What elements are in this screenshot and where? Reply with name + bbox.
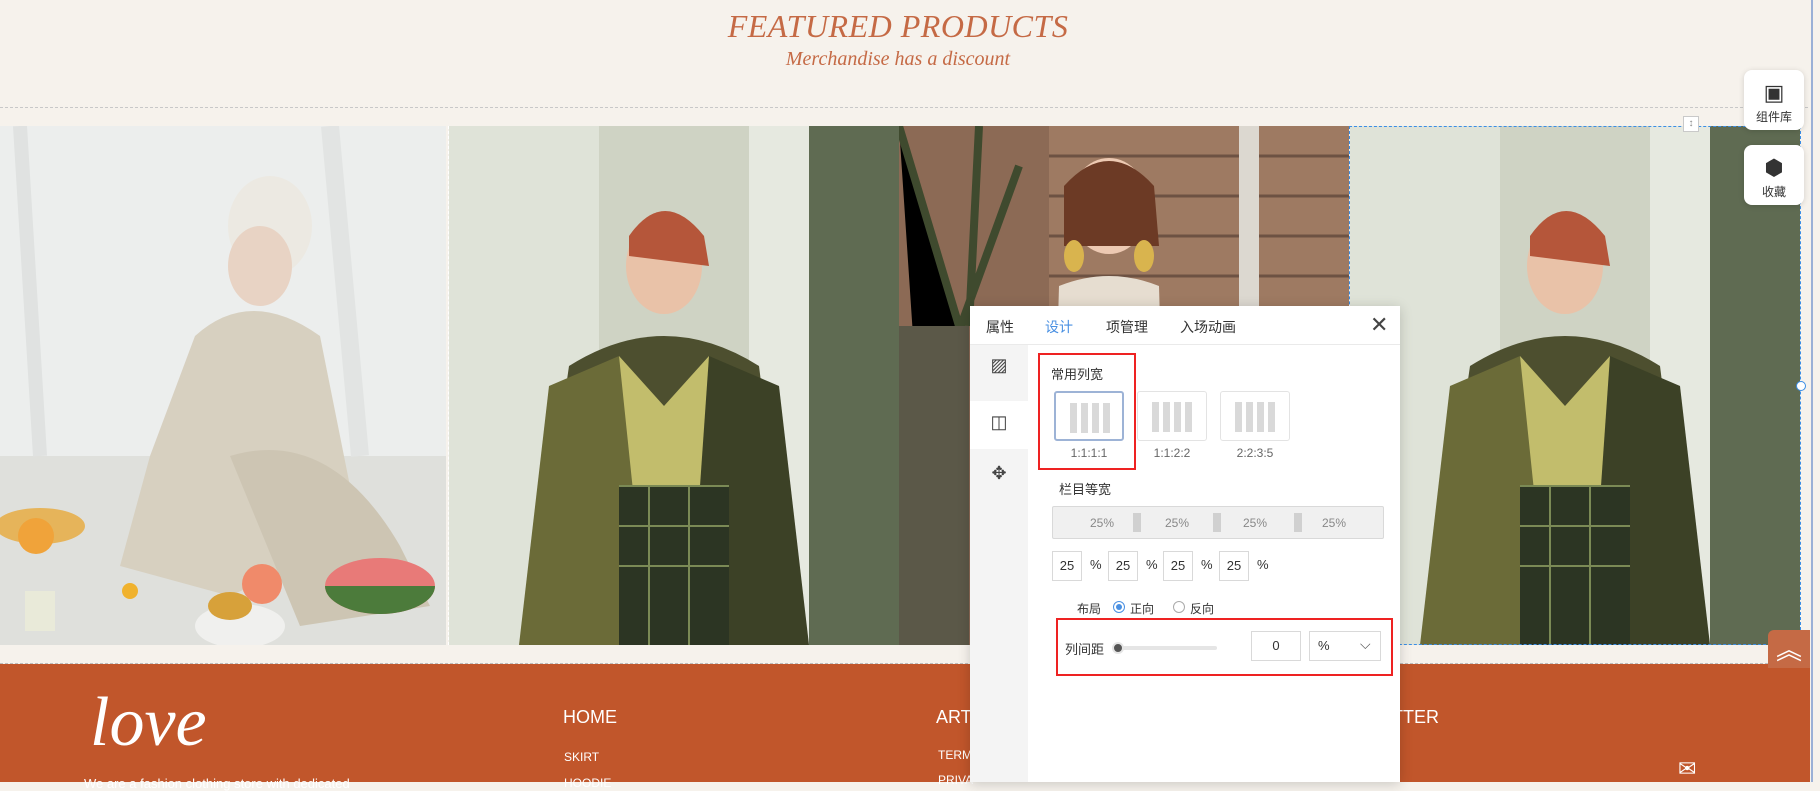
footer (0, 664, 1810, 782)
tab-properties[interactable]: 属性 (986, 317, 1014, 337)
tab-entrance-animation[interactable]: 入场动画 (1180, 317, 1236, 337)
ratio-label: 2:2:3:5 (1236, 446, 1274, 460)
column-width-input[interactable]: 25 (1052, 551, 1082, 581)
design-panel: 属性 设计 项管理 入场动画 ✕ ▨ ◫ ✥ 常用列宽 1:1:1:1 1:1:… (970, 306, 1400, 782)
footer-link-term[interactable]: TERM (938, 748, 972, 762)
mail-icon[interactable]: ✉ (1678, 756, 1696, 782)
layout-reverse-label[interactable]: 反向 (1190, 600, 1214, 617)
footer-heading-home[interactable]: HOME (563, 707, 617, 728)
percent-sign: % (1201, 557, 1213, 572)
section-divider (0, 107, 1808, 108)
ratio-segment: 25% (1322, 516, 1347, 530)
component-library-icon: ▣ (1763, 80, 1785, 105)
panel-side-nav: ▨ ◫ ✥ (970, 345, 1028, 782)
percent-sign: % (1257, 557, 1269, 572)
percent-sign: % (1146, 557, 1158, 572)
footer-heading-art[interactable]: ART (936, 707, 972, 728)
ratio-segment: 25% (1165, 516, 1190, 530)
move-handle-icon[interactable]: ↕ (1683, 116, 1699, 132)
background-pattern-icon[interactable]: ▨ (988, 355, 1010, 377)
tab-design[interactable]: 设计 (1045, 317, 1073, 337)
favorites-label: 收藏 (1761, 185, 1786, 199)
ratio-divider-handle[interactable] (1213, 513, 1221, 532)
close-icon[interactable]: ✕ (1370, 312, 1388, 338)
favorites-button[interactable]: ⬢ 收藏 (1744, 145, 1804, 205)
footer-tagline: We are a fashion clothing store with ded… (84, 776, 350, 791)
scroll-to-top-icon[interactable]: ︽ (1768, 630, 1810, 668)
percent-sign: % (1090, 557, 1102, 572)
tab-item-management[interactable]: 项管理 (1106, 317, 1148, 337)
layout-forward-label[interactable]: 正向 (1130, 600, 1154, 617)
component-library-button[interactable]: ▣ 组件库 (1744, 70, 1804, 130)
selected-column-outline (1349, 126, 1801, 645)
section-title: FEATURED PRODUCTS (727, 8, 1069, 44)
ratio-segment: 25% (1243, 516, 1268, 530)
editor-edge-bar (1811, 0, 1813, 782)
column-ratio-bar[interactable]: 25% 25% 25% 25% (1052, 506, 1384, 539)
product-image-1[interactable] (0, 126, 446, 645)
ratio-option-2235[interactable] (1220, 391, 1290, 441)
layout-icon[interactable]: ◫ (988, 412, 1010, 434)
footer-logo[interactable]: love (90, 688, 207, 758)
layout-label: 布局 (1077, 602, 1102, 616)
ratio-option-1122[interactable] (1137, 391, 1207, 441)
ratio-label: 1:1:2:2 (1153, 446, 1191, 460)
resize-handle[interactable] (1796, 381, 1806, 391)
highlight-column-gap (1056, 618, 1393, 676)
column-width-input[interactable]: 25 (1219, 551, 1249, 581)
ratio-divider-handle[interactable] (1133, 513, 1141, 532)
favorites-icon: ⬢ (1764, 155, 1784, 180)
component-library-label: 组件库 (1755, 110, 1792, 124)
equal-width-label: 栏目等宽 (1059, 482, 1112, 497)
column-width-input[interactable]: 25 (1108, 551, 1138, 581)
column-width-input[interactable]: 25 (1163, 551, 1193, 581)
layout-forward-radio[interactable] (1113, 601, 1125, 613)
ratio-bars-icon (1152, 402, 1196, 437)
footer-link-privacy[interactable]: PRIVA (938, 773, 973, 787)
ratio-bars-icon (1235, 402, 1279, 437)
product-image-2[interactable] (448, 126, 899, 645)
footer-link-skirt[interactable]: SKIRT (564, 750, 599, 764)
section-subtitle: Merchandise has a discount (785, 48, 1011, 70)
highlight-common-widths (1038, 353, 1136, 470)
layout-reverse-radio[interactable] (1173, 601, 1185, 613)
ratio-segment: 25% (1090, 516, 1115, 530)
ratio-divider-handle[interactable] (1294, 513, 1302, 532)
footer-link-hoodie[interactable]: HOODIE (564, 776, 611, 790)
panel-tab-bar: 属性 设计 项管理 入场动画 ✕ (970, 306, 1400, 345)
spacing-icon[interactable]: ✥ (988, 463, 1010, 485)
